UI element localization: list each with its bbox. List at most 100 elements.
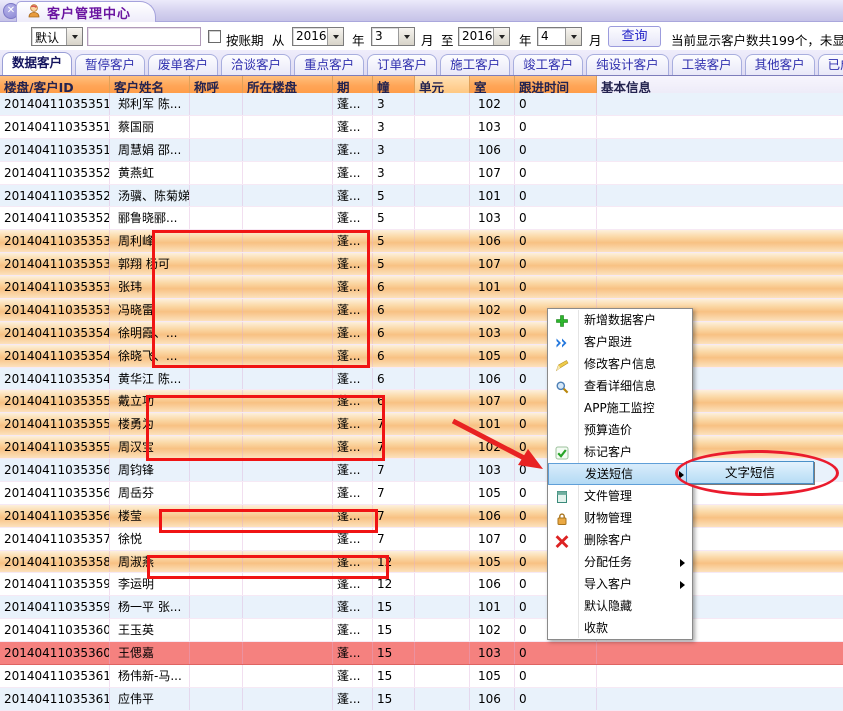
table-cell: 101 bbox=[470, 276, 515, 298]
tab-工装客户[interactable]: 工装客户 bbox=[672, 54, 742, 75]
table-cell bbox=[597, 665, 843, 687]
table-row[interactable]: 2014041103535390冯晓雷蓬...61020 bbox=[0, 299, 843, 322]
menu-item-修改客户信息[interactable]: 修改客户信息 bbox=[548, 353, 692, 375]
chevron-down-icon[interactable] bbox=[66, 28, 82, 45]
menu-item-标记客户[interactable]: 标记客户 bbox=[548, 441, 692, 463]
table-row[interactable]: 2014041103535270郦鲁晓郦...蓬...51030 bbox=[0, 207, 843, 230]
delete-icon bbox=[555, 533, 569, 547]
table-row[interactable]: 2014041103535229汤骥、陈菊娣蓬...51010 bbox=[0, 185, 843, 208]
table-row[interactable]: 2014041103535859周淑燕蓬...121050 bbox=[0, 551, 843, 574]
tab-洽谈客户[interactable]: 洽谈客户 bbox=[221, 54, 291, 75]
submenu-item-text-sms[interactable]: 文字短信 bbox=[686, 461, 814, 484]
menu-item-label: 导入客户 bbox=[584, 577, 632, 591]
table-cell: 2014041103536074 bbox=[0, 642, 110, 664]
tab-数据客户[interactable]: 数据客户 bbox=[2, 52, 72, 75]
tab-其他客户[interactable]: 其他客户 bbox=[745, 54, 815, 75]
table-row[interactable]: 2014041103535474黄华江 陈...蓬...61060 bbox=[0, 368, 843, 391]
column-header[interactable]: 期 bbox=[333, 76, 373, 94]
tab-纯设计客户[interactable]: 纯设计客户 bbox=[586, 54, 669, 75]
column-header[interactable]: 客户姓名 bbox=[110, 76, 190, 94]
column-header[interactable]: 所在楼盘 bbox=[243, 76, 333, 94]
menu-item-APP施工监控[interactable]: APP施工监控 bbox=[548, 397, 692, 419]
table-row[interactable]: 2014041103535159蔡国丽蓬...31030 bbox=[0, 116, 843, 139]
table-row[interactable]: 2014041103535445徐晓飞、...蓬...61050 bbox=[0, 345, 843, 368]
menu-item-删除客户[interactable]: 删除客户 bbox=[548, 529, 692, 551]
table-row[interactable]: 2014041103536120杨伟新-马...蓬...151050 bbox=[0, 665, 843, 688]
menu-item-查看详细信息[interactable]: 查看详细信息 bbox=[548, 375, 692, 397]
table-cell: 蓬... bbox=[333, 482, 373, 504]
tab-暂停客户[interactable]: 暂停客户 bbox=[75, 54, 145, 75]
from-year-dropdown[interactable]: 2016 bbox=[292, 27, 344, 46]
table-cell: 6 bbox=[373, 368, 415, 390]
table-cell bbox=[415, 573, 470, 595]
query-button[interactable]: 查询 bbox=[608, 26, 661, 47]
table-row[interactable]: 2014041103535364张玮蓬...61010 bbox=[0, 276, 843, 299]
table-row[interactable]: 2014041103535535楼勇为蓬...71010 bbox=[0, 413, 843, 436]
column-header[interactable]: 幢 bbox=[373, 76, 415, 94]
search-input[interactable] bbox=[87, 27, 201, 46]
table-row[interactable]: 2014041103535417徐明霞、...蓬...61030 bbox=[0, 322, 843, 345]
table-cell: 周汉宝 bbox=[110, 436, 190, 458]
table-cell: 0 bbox=[515, 162, 597, 184]
table-row[interactable]: 2014041103535192周慧娟 邵...蓬...31060 bbox=[0, 139, 843, 162]
tab-已成交客户[interactable]: 已成交客户 bbox=[818, 54, 843, 75]
preset-dropdown[interactable]: 默认 bbox=[31, 27, 83, 46]
from-month-dropdown[interactable]: 3 bbox=[371, 27, 415, 46]
menu-item-文件管理[interactable]: 文件管理 bbox=[548, 485, 692, 507]
column-header[interactable]: 单元 bbox=[415, 76, 470, 94]
table-cell bbox=[415, 436, 470, 458]
table-row[interactable]: 2014041103535985杨一平 张...蓬...151010 bbox=[0, 596, 843, 619]
table-row[interactable]: 2014041103535339郭翔 杨可蓬...51070 bbox=[0, 253, 843, 276]
table-row[interactable]: 2014041103535567周汉宝蓬...71020 bbox=[0, 436, 843, 459]
table-cell: 汤骥、陈菊娣 bbox=[110, 185, 190, 207]
tab-重点客户[interactable]: 重点客户 bbox=[294, 54, 364, 75]
chevron-down-icon[interactable] bbox=[398, 28, 414, 45]
table-cell: 2014041103535504 bbox=[0, 390, 110, 412]
menu-item-新增数据客户[interactable]: 新增数据客户 bbox=[548, 309, 692, 331]
menu-item-导入客户[interactable]: 导入客户 bbox=[548, 573, 692, 595]
chevron-down-icon[interactable] bbox=[327, 28, 343, 45]
tab-竣工客户[interactable]: 竣工客户 bbox=[513, 54, 583, 75]
tab-施工客户[interactable]: 施工客户 bbox=[440, 54, 510, 75]
column-header[interactable]: 称呼 bbox=[190, 76, 243, 94]
table-row[interactable]: 2014041103536074王偲嘉蓬...151030 bbox=[0, 642, 843, 665]
chevron-down-icon[interactable] bbox=[565, 28, 581, 45]
table-cell: 王玉英 bbox=[110, 619, 190, 641]
year-label-2: 年 bbox=[519, 30, 532, 49]
table-cell: 应伟平 bbox=[110, 688, 190, 710]
chevron-down-icon[interactable] bbox=[493, 28, 509, 45]
by-period-checkbox[interactable] bbox=[208, 30, 221, 43]
column-header[interactable]: 室 bbox=[470, 76, 515, 94]
column-header[interactable]: 跟进时间 bbox=[515, 76, 597, 94]
column-header[interactable]: 楼盘/客户ID bbox=[0, 76, 110, 94]
tab-废单客户[interactable]: 废单客户 bbox=[148, 54, 218, 75]
table-cell bbox=[415, 642, 470, 664]
table-row[interactable]: 2014041103535900李运明蓬...121060 bbox=[0, 573, 843, 596]
table-cell: 蓬... bbox=[333, 505, 373, 527]
table-cell bbox=[415, 230, 470, 252]
table-row[interactable]: 2014041103535315周利峰蓬...51060 bbox=[0, 230, 843, 253]
menu-item-发送短信[interactable]: 发送短信 bbox=[548, 463, 692, 485]
to-month-dropdown[interactable]: 4 bbox=[537, 27, 582, 46]
menu-item-分配任务[interactable]: 分配任务 bbox=[548, 551, 692, 573]
table-row[interactable]: 2014041103535669楼莹蓬...71060 bbox=[0, 505, 843, 528]
table-cell: 3 bbox=[373, 93, 415, 115]
context-menu: 新增数据客户客户跟进修改客户信息查看详细信息APP施工监控预算造价标记客户发送短… bbox=[547, 308, 693, 640]
to-year-dropdown[interactable]: 2016 bbox=[458, 27, 510, 46]
menu-item-收款[interactable]: 收款 bbox=[548, 617, 692, 639]
table-row[interactable]: 2014041103535504戴立功蓬...61070 bbox=[0, 390, 843, 413]
table-row[interactable]: 2014041103536029王玉英蓬...151020 bbox=[0, 619, 843, 642]
menu-item-客户跟进[interactable]: 客户跟进 bbox=[548, 331, 692, 353]
column-header[interactable]: 基本信息 bbox=[597, 76, 843, 94]
menu-item-预算造价[interactable]: 预算造价 bbox=[548, 419, 692, 441]
menu-item-label: 财物管理 bbox=[584, 511, 632, 525]
table-row[interactable]: 2014041103535705徐悦蓬...71070 bbox=[0, 528, 843, 551]
table-row[interactable]: 2014041103535634周岳芬蓬...71050 bbox=[0, 482, 843, 505]
table-row[interactable]: 2014041103535210黄燕虹蓬...31070 bbox=[0, 162, 843, 185]
menu-item-财物管理[interactable]: 财物管理 bbox=[548, 507, 692, 529]
table-cell bbox=[190, 459, 243, 481]
table-row[interactable]: 2014041103536167应伟平蓬...151060 bbox=[0, 688, 843, 711]
tab-订单客户[interactable]: 订单客户 bbox=[367, 54, 437, 75]
table-row[interactable]: 2014041103535144郑利军 陈...蓬...31020 bbox=[0, 93, 843, 116]
menu-item-默认隐藏[interactable]: 默认隐藏 bbox=[548, 595, 692, 617]
